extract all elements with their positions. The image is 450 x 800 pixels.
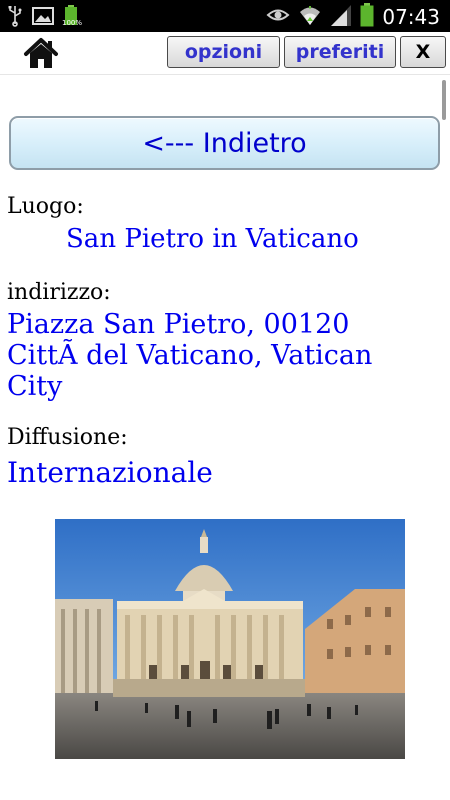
address-label: indirizzo: — [7, 280, 111, 305]
battery-icon — [360, 3, 374, 31]
back-button[interactable]: <--- Indietro — [9, 116, 440, 170]
status-bar-left: 100% — [8, 5, 82, 31]
favorites-button[interactable]: preferiti — [284, 36, 396, 68]
home-icon[interactable] — [22, 34, 60, 72]
status-bar-right: 07:43 — [266, 3, 440, 31]
spread-value: Internazionale — [7, 456, 213, 489]
image-icon — [32, 7, 54, 29]
status-bar: 100% 07:43 — [0, 0, 450, 32]
close-button[interactable]: X — [400, 36, 446, 68]
usb-icon — [8, 5, 22, 31]
place-label: Luogo: — [7, 194, 84, 219]
options-button[interactable]: opzioni — [167, 36, 280, 68]
battery-small-icon: 100% — [62, 5, 82, 31]
signal-icon — [330, 3, 352, 31]
wifi-icon — [298, 3, 322, 31]
app-toolbar: opzioni preferiti X — [0, 32, 450, 75]
battery-percent-text: 100% — [62, 19, 83, 27]
eye-icon — [266, 3, 290, 31]
scrollbar[interactable] — [442, 80, 446, 120]
st-peters-photo — [55, 519, 405, 759]
status-time: 07:43 — [382, 5, 440, 29]
place-value: San Pietro in Vaticano — [66, 224, 359, 254]
address-value: Piazza San Pietro, 00120 CittÃ del Vatic… — [7, 309, 373, 402]
spread-label: Diffusione: — [7, 425, 128, 450]
